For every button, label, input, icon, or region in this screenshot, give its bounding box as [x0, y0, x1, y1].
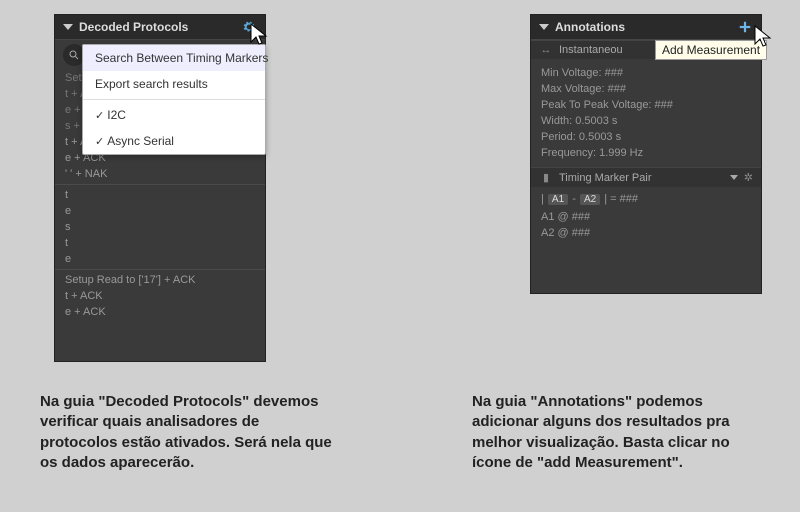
- marker-a2-line: A2 @ ###: [541, 225, 751, 241]
- collapse-icon[interactable]: [63, 24, 73, 30]
- caption-left: Na guia "Decoded Protocols" devemos veri…: [40, 392, 340, 473]
- marker-a1-line: A1 @ ###: [541, 209, 751, 225]
- panel-header: Annotations: [531, 15, 761, 40]
- menu-item-search-markers[interactable]: Search Between Timing Markers: [83, 45, 265, 71]
- arrows-icon: ↔: [539, 44, 553, 56]
- caption-right: Na guia "Annotations" podemos adicionar …: [472, 392, 772, 473]
- list-item[interactable]: ' ' + NAK: [55, 166, 265, 182]
- list-item[interactable]: e: [55, 203, 265, 219]
- marker-a2-badge: A2: [580, 194, 600, 205]
- measure-width: Width: 0.5003 s: [531, 113, 761, 129]
- list-item[interactable]: e: [55, 251, 265, 267]
- section-header-timing[interactable]: ▮ Timing Marker Pair ✲: [531, 167, 761, 187]
- measure-minv: Min Voltage: ###: [531, 65, 761, 81]
- menu-item-async-serial[interactable]: Async Serial: [83, 128, 265, 154]
- gear-icon[interactable]: [241, 19, 257, 35]
- panel-title: Annotations: [555, 20, 737, 34]
- gear-dropdown: Search Between Timing Markers Export sea…: [82, 44, 266, 155]
- timing-block: | A1 - A2 | = ### A1 @ ### A2 @ ###: [531, 187, 761, 247]
- measurements-block: Min Voltage: ### Max Voltage: ### Peak T…: [531, 59, 761, 167]
- section-title: Timing Marker Pair: [559, 172, 730, 184]
- panel-title: Decoded Protocols: [79, 20, 241, 34]
- measure-period: Period: 0.5003 s: [531, 129, 761, 145]
- marker-icon: ▮: [539, 171, 553, 184]
- menu-item-i2c[interactable]: I2C: [83, 102, 265, 128]
- section-title: Instantaneou: [559, 44, 623, 56]
- menu-item-export[interactable]: Export search results: [83, 71, 265, 97]
- measure-freq: Frequency: 1.999 Hz: [531, 145, 761, 161]
- list-item[interactable]: t: [55, 235, 265, 251]
- tooltip-add-measurement: Add Measurement: [655, 40, 767, 60]
- list-item[interactable]: s: [55, 219, 265, 235]
- measure-maxv: Max Voltage: ###: [531, 81, 761, 97]
- measure-pp: Peak To Peak Voltage: ###: [531, 97, 761, 113]
- panel-header: Decoded Protocols: [55, 15, 265, 40]
- list-item[interactable]: Setup Read to ['17'] + ACK: [55, 269, 265, 288]
- gear-icon[interactable]: ✲: [744, 171, 753, 184]
- list-item[interactable]: e + ACK: [55, 304, 265, 320]
- marker-pair-row: | A1 - A2 | = ###: [541, 193, 751, 205]
- chevron-down-icon[interactable]: [730, 175, 738, 180]
- list-item[interactable]: t: [55, 184, 265, 203]
- marker-a1-badge: A1: [548, 194, 568, 205]
- collapse-icon[interactable]: [539, 24, 549, 30]
- menu-separator: [83, 99, 265, 100]
- plus-icon[interactable]: [737, 19, 753, 35]
- list-item[interactable]: t + ACK: [55, 288, 265, 304]
